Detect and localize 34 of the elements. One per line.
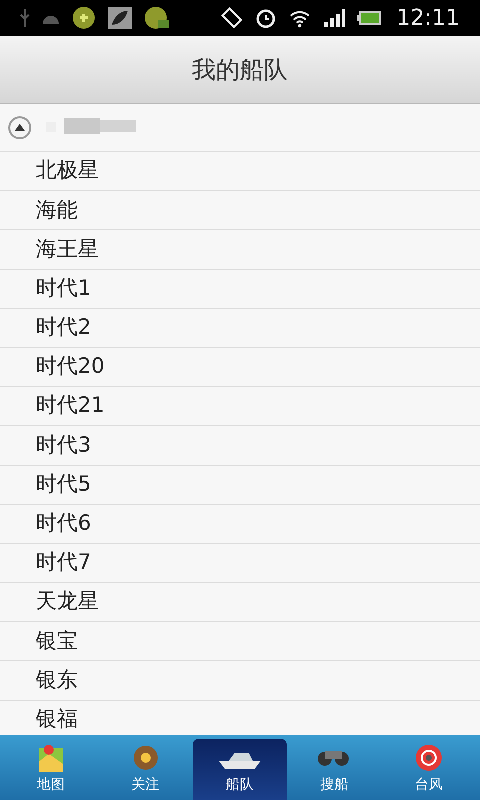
ship-item[interactable]: 时代20 (36, 351, 105, 383)
ship-item[interactable]: 时代2 (36, 312, 92, 344)
sun-badge-icon (132, 744, 160, 772)
ship-item[interactable]: 天龙星 (36, 586, 99, 618)
tab[interactable]: 地图 (4, 735, 98, 800)
battery-icon (356, 11, 381, 25)
screen-title: 我的船队 (192, 54, 288, 86)
app-icon (72, 6, 96, 30)
ship-item[interactable]: 银东 (36, 664, 78, 696)
ship-item[interactable]: 时代1 (36, 272, 92, 304)
leaf-icon (108, 7, 132, 29)
signal-icon (322, 9, 345, 27)
alarm-clock-icon (254, 7, 277, 29)
ship-item[interactable]: 时代6 (36, 508, 92, 540)
ship-item[interactable]: 时代21 (36, 390, 105, 422)
tab[interactable]: 搜船 (287, 735, 382, 800)
tab[interactable]: 船队 (192, 739, 288, 800)
tab[interactable]: 关注 (98, 735, 193, 800)
ship-item[interactable]: 时代7 (36, 547, 92, 579)
ship-item[interactable]: 北极星 (36, 155, 99, 187)
rotation-icon (220, 7, 243, 29)
collapse-icon[interactable] (8, 116, 32, 140)
ship-item[interactable]: 银福 (36, 704, 78, 735)
usb-icon (20, 9, 30, 27)
ship-item[interactable]: 时代3 (36, 430, 92, 462)
map-icon (38, 744, 64, 772)
typhoon-icon (414, 743, 444, 773)
ship-item[interactable]: 时代5 (36, 468, 92, 500)
ship-item[interactable]: 海能 (36, 194, 78, 226)
ship-item[interactable]: 银宝 (36, 626, 78, 658)
app-icon (144, 6, 170, 30)
ship-item[interactable]: 海王星 (36, 234, 99, 266)
tab[interactable]: 台风 (382, 735, 476, 800)
clock-time: 12:11 (396, 4, 460, 32)
